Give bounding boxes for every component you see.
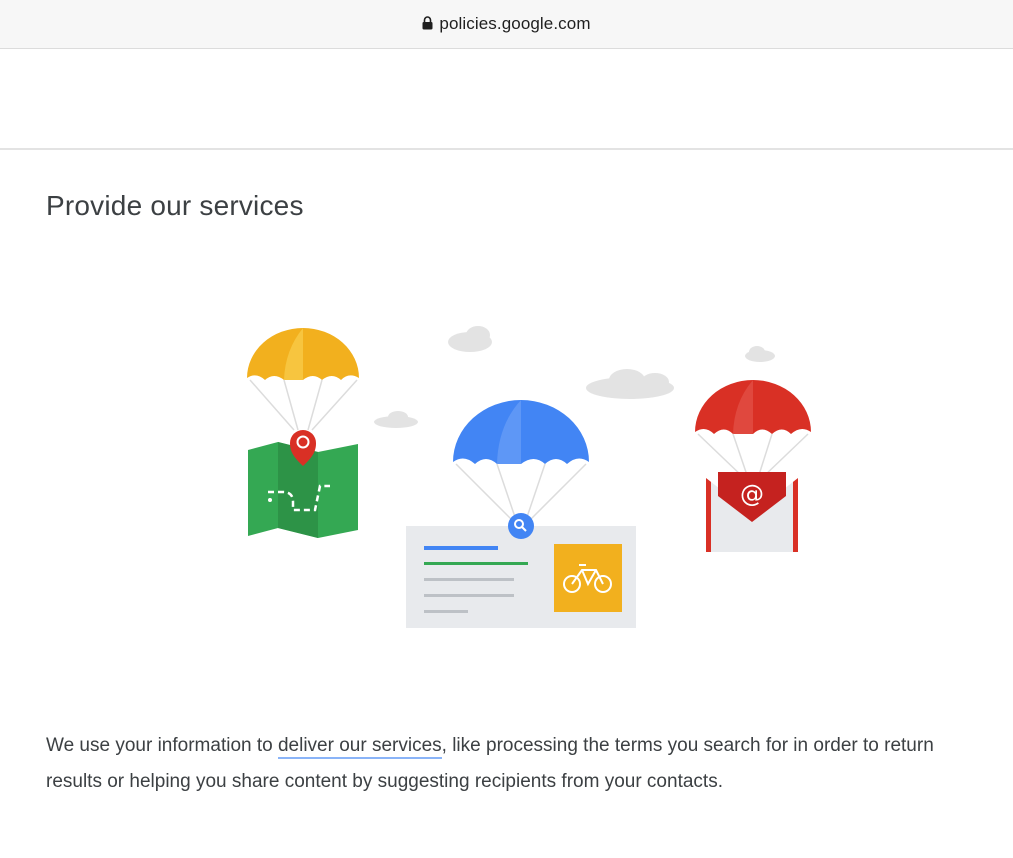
url-text: policies.google.com: [439, 14, 591, 33]
page-header: [0, 49, 1013, 150]
lock-icon: [422, 16, 433, 30]
svg-text:@: @: [740, 480, 764, 508]
section-description: We use your information to deliver our s…: [46, 728, 986, 800]
parachute-icon: [247, 328, 359, 431]
description-text-start: We use your information to: [46, 735, 278, 756]
deliver-services-link[interactable]: deliver our services: [277, 735, 442, 759]
cloud-icon: [745, 346, 775, 362]
search-icon: [508, 513, 534, 539]
cloud-icon: [586, 369, 674, 399]
parachute-icon: [695, 380, 811, 479]
address-bar[interactable]: policies.google.com: [0, 0, 1013, 49]
cloud-icon: [374, 411, 418, 428]
parachute-icon: [453, 400, 589, 521]
cloud-icon: [448, 326, 492, 352]
services-illustration: @: [247, 326, 811, 628]
at-sign-icon: @: [740, 480, 764, 508]
section-title: Provide our services: [46, 190, 304, 221]
